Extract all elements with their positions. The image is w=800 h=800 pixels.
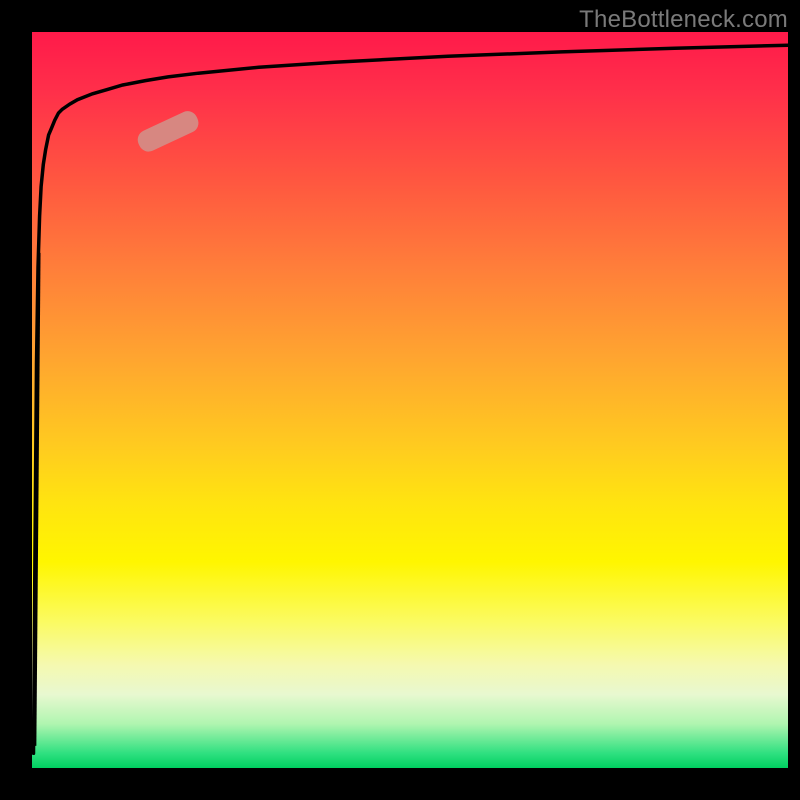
plot-frame [0,0,800,800]
bottleneck-curve [34,45,789,753]
plot-area [32,32,788,768]
left-spike [35,253,39,746]
highlight-pill [134,108,201,155]
chart-container: TheBottleneck.com [0,0,800,800]
curve-layer [32,32,788,768]
watermark-text: TheBottleneck.com [579,6,788,34]
